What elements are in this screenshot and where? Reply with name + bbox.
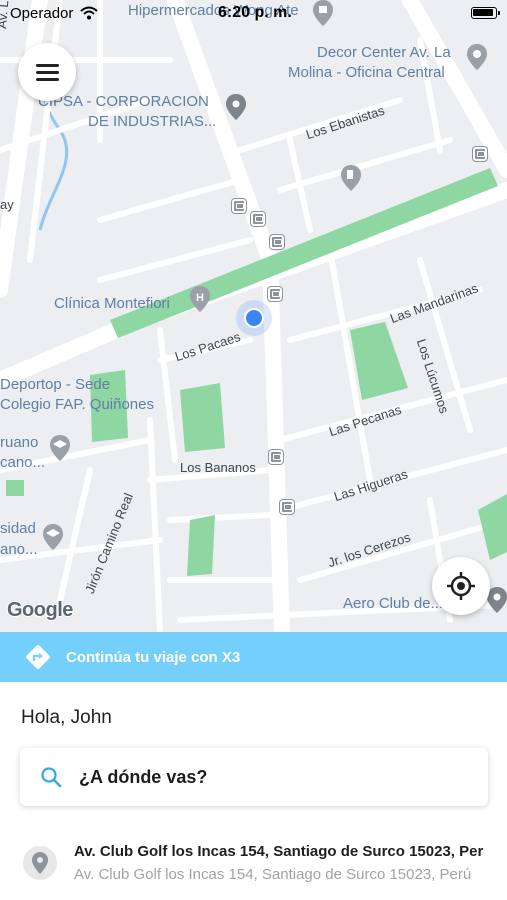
place-pin-icon[interactable] <box>225 94 247 120</box>
bus-stop-icon <box>280 500 294 514</box>
poi-university-label-2: cano... <box>0 454 46 471</box>
map-view[interactable]: H Hipermercados Wong Ate Decor Center Av… <box>0 0 507 632</box>
continue-trip-label: Continúa tu viaje con X3 <box>66 649 241 666</box>
hospital-pin-icon[interactable]: H <box>189 286 211 312</box>
poi-sidad-label: sidad <box>0 520 36 537</box>
menu-icon <box>36 78 59 81</box>
google-attribution: Google <box>7 599 73 621</box>
school-pin-icon[interactable] <box>42 524 64 550</box>
shopping-pin-icon[interactable] <box>466 44 488 70</box>
my-location-button[interactable] <box>432 557 490 615</box>
search-label: ¿A dónde vas? <box>79 767 208 787</box>
poi-decor-center-label-2: Molina - Oficina Central <box>288 64 445 81</box>
bus-stop-icon <box>473 147 487 161</box>
bus-stop-icon <box>232 199 246 213</box>
directions-icon <box>26 645 50 669</box>
poi-deportop-label: Deportop - Sede <box>0 376 111 393</box>
svg-text:H: H <box>196 292 204 304</box>
greeting-prefix: Hola, <box>21 707 66 728</box>
poi-cipsa-label-2: DE INDUSTRIAS... <box>88 113 217 130</box>
bus-stop-icon <box>251 212 265 226</box>
bus-stop-icon <box>269 450 283 464</box>
location-pin-icon <box>32 852 48 874</box>
greeting: Hola, John <box>21 707 112 729</box>
menu-button[interactable] <box>18 43 76 101</box>
menu-icon <box>36 64 59 67</box>
wifi-icon <box>80 6 98 20</box>
school-pin-icon[interactable] <box>49 435 71 461</box>
destination-search-box[interactable]: ¿A dónde vas? <box>20 748 488 806</box>
bus-stop-icon <box>268 287 282 301</box>
bus-stop-icon <box>270 235 284 249</box>
status-bar: Operador 6:20 p. m. <box>0 0 507 26</box>
clock-label: 6:20 p. m. <box>218 4 292 21</box>
crosshair-icon <box>447 572 475 600</box>
location-pin-badge <box>23 846 57 880</box>
recent-destination-subtitle: Av. Club Golf los Incas 154, Santiago de… <box>74 866 472 883</box>
carrier-label: Operador <box>10 5 74 22</box>
poi-clinica-label: Clínica Montefiori <box>54 295 170 312</box>
poi-aero-club-label: Aero Club de... <box>343 595 444 612</box>
continue-trip-banner[interactable]: Continúa tu viaje con X3 <box>0 632 507 682</box>
menu-icon <box>36 71 59 74</box>
recent-destination-title: Av. Club Golf los Incas 154, Santiago de… <box>74 843 484 860</box>
poi-sidad-label-2: ano... <box>0 541 38 558</box>
street-bananos-label: Los Bananos <box>180 460 256 475</box>
street-ay-label: ay <box>0 197 14 212</box>
poi-university-label: ruano <box>0 434 39 451</box>
poi-decor-center-label: Decor Center Av. La <box>317 44 451 61</box>
greeting-user-name: John <box>70 707 112 728</box>
recent-destination-item[interactable]: Av. Club Golf los Incas 154, Santiago de… <box>0 832 507 892</box>
gas-station-pin-icon[interactable] <box>340 165 362 191</box>
search-icon <box>41 767 62 788</box>
poi-deportop-label-2: Colegio FAP. Quiñones <box>0 396 154 413</box>
battery-icon <box>471 7 500 19</box>
